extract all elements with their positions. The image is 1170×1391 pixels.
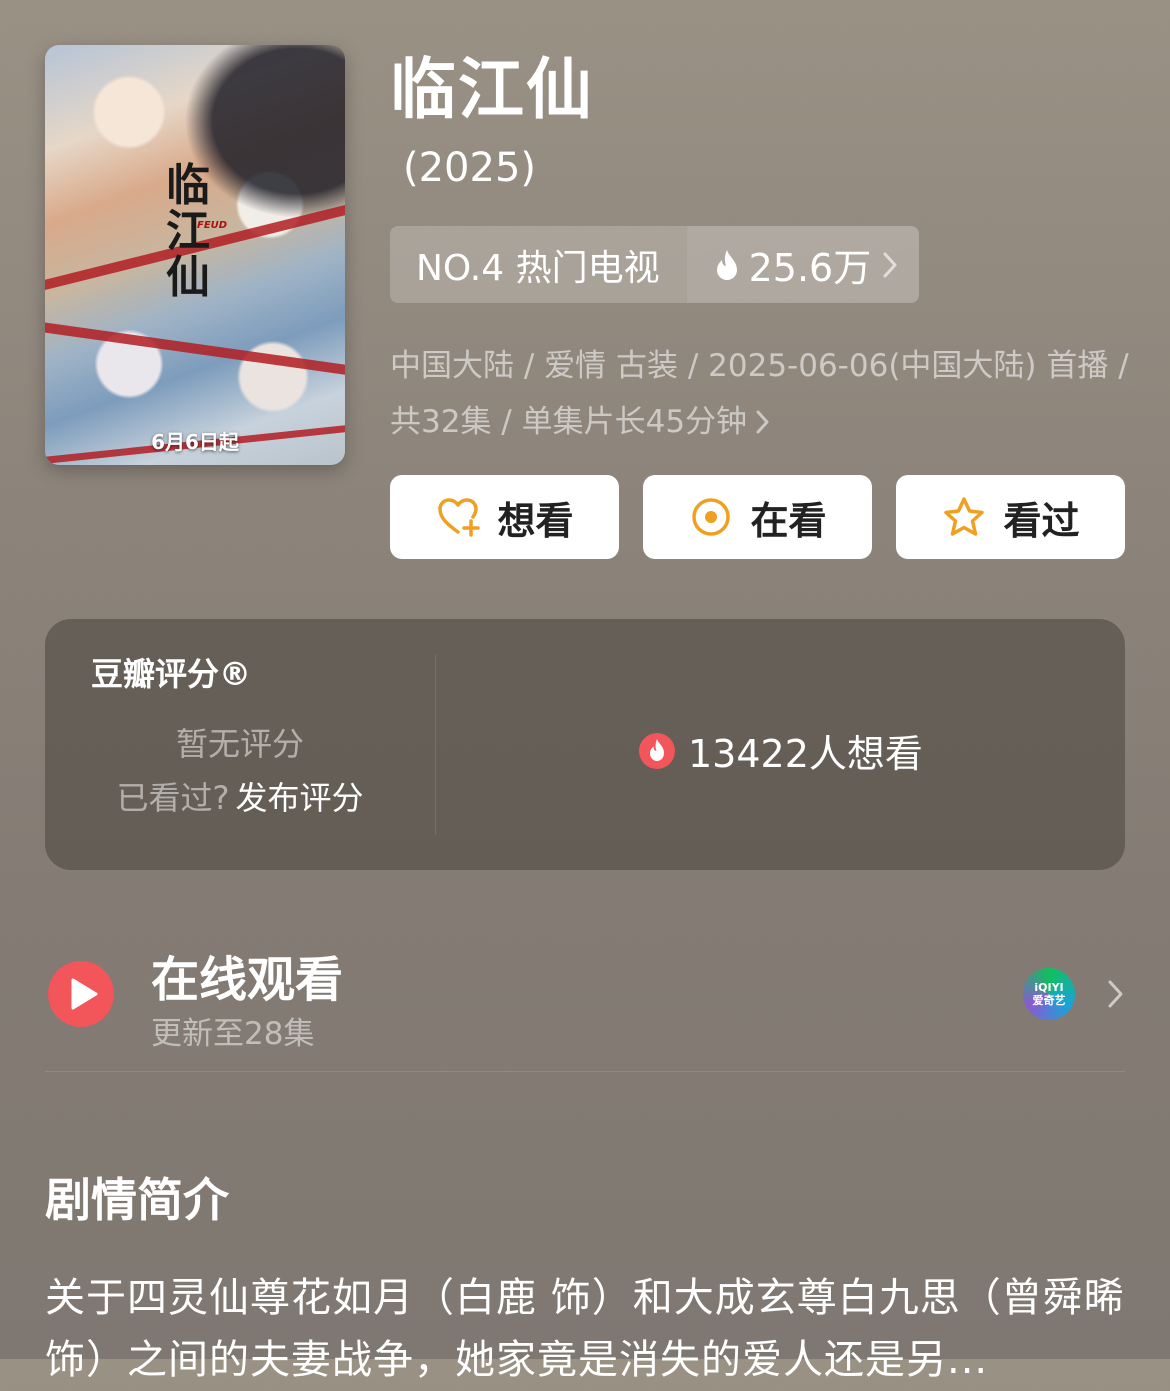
- poster-ribbon: [45, 319, 345, 381]
- watched-button[interactable]: 看过: [896, 475, 1125, 559]
- flame-badge-icon: [639, 732, 675, 769]
- poster-image[interactable]: 临江仙 FEUD 6月6日起: [45, 45, 345, 465]
- online-watch-title: 在线观看: [151, 952, 344, 1008]
- rating-card: 豆瓣评分® 暂无评分 已看过? 发布评分 13422人想看: [45, 619, 1125, 870]
- no-rating-text: 暂无评分: [175, 725, 304, 763]
- heat-count: 25.6万: [686, 226, 920, 303]
- poster-calligraphy: 临江仙: [166, 160, 210, 303]
- episode-update-text: 更新至28集: [151, 1016, 315, 1052]
- poster-date-tag: 6月6日起: [151, 430, 239, 454]
- watched-question: 已看过?: [116, 779, 230, 817]
- synopsis-text[interactable]: 关于四灵仙尊花如月（白鹿 饰）和大成玄尊白九思（曾舜晞 饰）之间的夫妻战争，她家…: [45, 1267, 1130, 1391]
- publish-rating-link[interactable]: 发布评分: [235, 779, 363, 817]
- section-divider: [45, 1071, 1125, 1072]
- play-icon: [48, 961, 114, 1027]
- watching-button[interactable]: 在看: [643, 475, 872, 559]
- publish-rating-row: 已看过? 发布评分: [45, 773, 435, 819]
- page-title: 临江仙: [390, 51, 594, 128]
- show-meta[interactable]: 中国大陆 / 爱情 古装 / 2025-06-06(中国大陆) 首播 / 共32…: [390, 338, 1130, 450]
- star-icon: [944, 497, 985, 536]
- release-year: (2025): [403, 145, 537, 191]
- chevron-right-icon: [756, 410, 769, 434]
- iqiyi-logo-text-cn: 爱奇艺: [1032, 994, 1066, 1007]
- watching-label: 在看: [750, 498, 827, 543]
- synopsis-title: 剧情简介: [45, 1173, 229, 1227]
- flame-icon: [716, 249, 737, 280]
- douban-rating-title: 豆瓣评分®: [91, 655, 252, 693]
- heart-plus-icon: [438, 498, 481, 537]
- wish-count: 13422人想看: [638, 723, 923, 778]
- iqiyi-logo-text: iQIYI: [1034, 981, 1064, 994]
- iqiyi-logo: iQIYI 爱奇艺: [1023, 968, 1075, 1020]
- action-buttons: 想看 在看 看过: [390, 475, 1125, 559]
- chevron-right-icon: [883, 252, 897, 277]
- rank-badge[interactable]: NO.4 热门电视 25.6万: [390, 226, 920, 303]
- rating-divider: [435, 655, 436, 835]
- rank-label: NO.4 热门电视: [390, 226, 687, 303]
- want-to-watch-button[interactable]: 想看: [390, 475, 619, 559]
- wish-count-text: 13422人想看: [688, 732, 923, 776]
- heat-value: 25.6万: [748, 246, 872, 290]
- want-label: 想看: [497, 498, 574, 543]
- watched-label: 看过: [1003, 498, 1080, 543]
- poster-english-title: FEUD: [197, 220, 228, 231]
- chevron-right-icon: [1108, 980, 1123, 1008]
- target-icon: [692, 498, 731, 536]
